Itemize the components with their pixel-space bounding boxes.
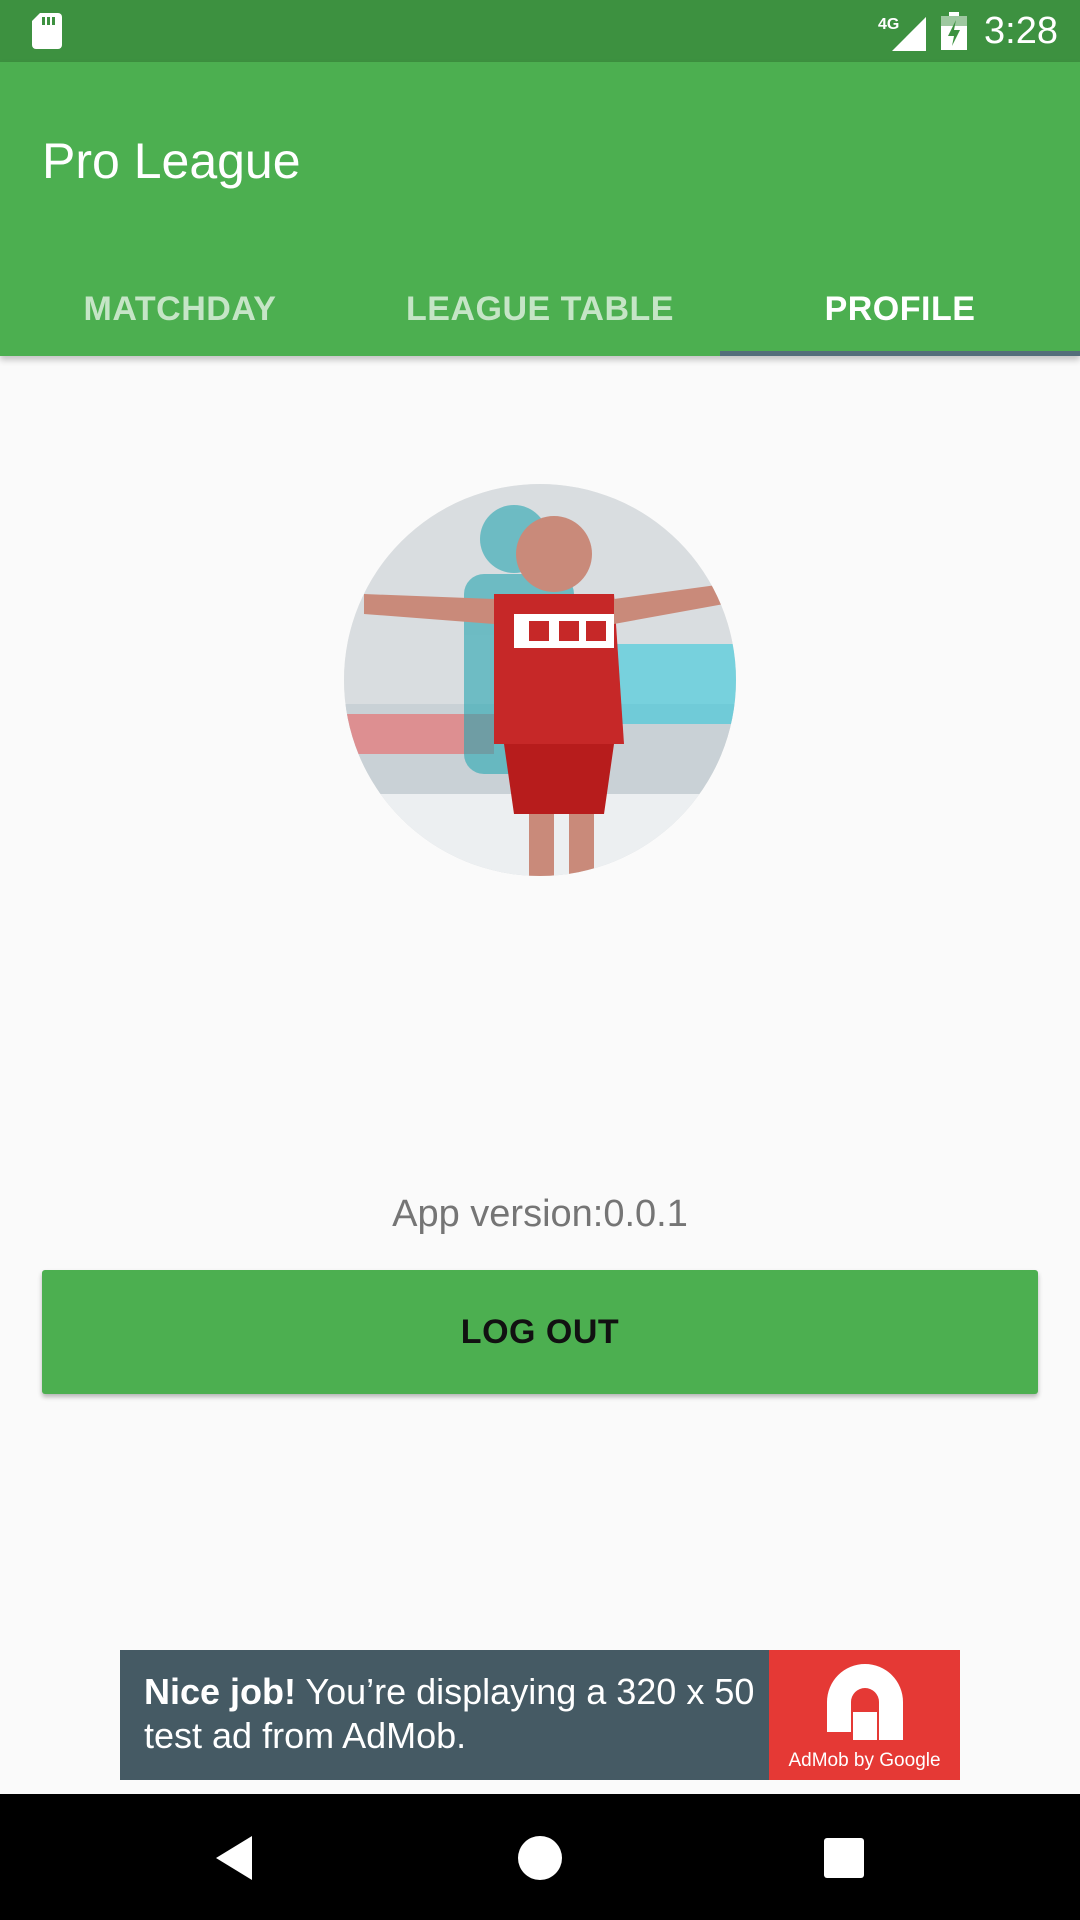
ad-logo-caption: AdMob by Google — [788, 1750, 941, 1771]
logout-button[interactable]: LOG OUT — [42, 1270, 1038, 1394]
profile-avatar — [344, 484, 736, 876]
system-nav-bar — [0, 1794, 1080, 1920]
app-version-label: App version:0.0.1 — [392, 1193, 688, 1235]
back-icon[interactable] — [210, 1832, 262, 1884]
recents-icon[interactable] — [818, 1832, 870, 1884]
battery-icon — [941, 12, 967, 50]
home-icon[interactable] — [514, 1832, 566, 1884]
tab-profile[interactable]: PROFILE — [720, 262, 1080, 356]
tab-indicator — [720, 351, 1080, 356]
admob-logo: AdMob by Google — [769, 1650, 960, 1780]
sd-card-icon — [32, 13, 62, 49]
app-bar: Pro League MATCHDAY LEAGUE TABLE PROFILE — [0, 62, 1080, 356]
profile-photo — [344, 484, 736, 876]
tab-matchday[interactable]: MATCHDAY — [0, 262, 360, 356]
app-title: Pro League — [42, 133, 301, 189]
ad-text: Nice job! You’re displaying a 320 x 50 t… — [120, 1650, 769, 1780]
status-clock: 3:28 — [984, 10, 1058, 52]
ad-headline: Nice job! — [144, 1671, 297, 1712]
signal-icon: 4G — [878, 16, 926, 51]
tab-league-table[interactable]: LEAGUE TABLE — [360, 262, 720, 356]
status-bar: 4G 3:28 — [0, 0, 1080, 62]
tab-bar: MATCHDAY LEAGUE TABLE PROFILE — [0, 262, 1080, 356]
network-type-label: 4G — [878, 16, 899, 33]
ad-banner[interactable]: Nice job! You’re displaying a 320 x 50 t… — [120, 1650, 960, 1780]
